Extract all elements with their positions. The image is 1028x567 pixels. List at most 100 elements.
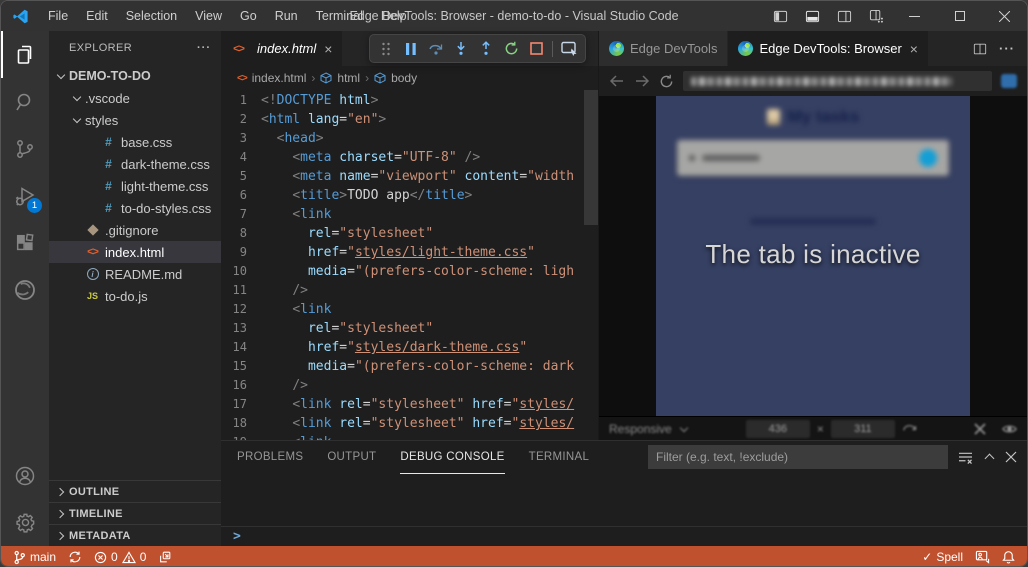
debug-restart-button[interactable] (499, 37, 523, 61)
debug-pause-button[interactable] (399, 37, 423, 61)
panel-tab-debug-console[interactable]: DEBUG CONSOLE (400, 441, 504, 474)
feedback-button[interactable] (969, 546, 996, 566)
tree-item-to-do-js[interactable]: JS to-do.js (49, 285, 221, 307)
breadcrumb-file[interactable]: <> index.html (237, 71, 306, 85)
line-content: /> (292, 283, 308, 298)
symbol-cube-icon (320, 72, 332, 84)
code-line: 5 <meta name="viewport" content="width (221, 167, 598, 186)
edge-devtools-icon[interactable] (1, 266, 49, 313)
tab-index-html[interactable]: <> index.html × (221, 31, 344, 66)
breadcrumb-body[interactable]: body (374, 71, 417, 85)
menu-run[interactable]: Run (266, 1, 307, 31)
search-icon[interactable] (1, 78, 49, 125)
extensions-icon[interactable] (1, 219, 49, 266)
sidebar-section-outline[interactable]: OUTLINE (49, 480, 221, 502)
branch-indicator[interactable]: main (7, 546, 62, 566)
breadcrumb-html[interactable]: html (320, 71, 360, 85)
toggle-panel-icon[interactable] (796, 1, 828, 31)
minimize-button[interactable] (892, 1, 937, 31)
device-mode-dropdown[interactable]: Responsive (609, 422, 689, 436)
console-filter-input[interactable] (648, 445, 948, 469)
warnings-icon (121, 550, 136, 563)
sidebar-section-timeline[interactable]: TIMELINE (49, 502, 221, 524)
account-icon[interactable] (1, 452, 49, 499)
tree-item-vscode[interactable]: .vscode (49, 87, 221, 109)
back-icon[interactable] (609, 74, 625, 88)
debug-launch-indicator[interactable] (152, 546, 178, 566)
split-editor-icon[interactable] (973, 42, 987, 56)
debug-console-output[interactable] (221, 474, 1027, 526)
device-height-input[interactable]: 311 (830, 419, 895, 438)
rotate-icon[interactable] (902, 422, 917, 435)
menu-view[interactable]: View (186, 1, 231, 31)
tree-item-styles[interactable]: styles (49, 109, 221, 131)
panel-tab-terminal[interactable]: TERMINAL (529, 441, 590, 474)
toggle-sidebar-icon[interactable] (764, 1, 796, 31)
panel-tab-problems[interactable]: PROBLEMS (237, 441, 303, 474)
devtools-tabs: Edge DevTools Edge DevTools: Browser × ··· (599, 31, 1027, 66)
toggle-secondary-sidebar-icon[interactable] (828, 1, 860, 31)
spell-checker-status[interactable]: ✓ Spell (916, 546, 969, 566)
chevron-down-icon (679, 424, 689, 434)
close-button[interactable] (982, 1, 1027, 31)
maximize-button[interactable] (937, 1, 982, 31)
menu-edit[interactable]: Edit (77, 1, 117, 31)
clear-console-icon[interactable] (958, 451, 973, 464)
close-screencast-icon[interactable] (974, 422, 986, 435)
add-task-button[interactable] (919, 149, 937, 167)
tree-item-base-css[interactable]: # base.css (49, 131, 221, 153)
problems-indicator[interactable]: 0 0 (88, 546, 152, 566)
debug-console-prompt[interactable]: > (221, 526, 1027, 546)
css-file-icon: # (105, 201, 112, 215)
debug-toolbar (369, 34, 586, 63)
device-width-input[interactable]: 436 (745, 419, 810, 438)
line-content: rel="stylesheet" (307, 226, 434, 241)
sidebar-section-metadata[interactable]: METADATA (49, 524, 221, 546)
readme-info-icon: i (85, 268, 100, 280)
eye-icon[interactable] (1002, 423, 1017, 435)
menu-go[interactable]: Go (231, 1, 266, 31)
tree-item-dark-theme-css[interactable]: # dark-theme.css (49, 153, 221, 175)
tree-item-readme-md[interactable]: i README.md (49, 263, 221, 285)
tree-item-gitignore[interactable]: .gitignore (49, 219, 221, 241)
forward-icon[interactable] (634, 74, 650, 88)
close-panel-icon[interactable] (1005, 451, 1017, 463)
code-line: 11 /> (221, 281, 598, 300)
code-editor[interactable]: 1 <!DOCTYPE html> 2 <html lang="en"> 3 <head… (221, 90, 598, 440)
debug-drag-handle[interactable] (374, 37, 398, 61)
debug-step-over-button[interactable] (424, 37, 448, 61)
more-actions-icon[interactable]: ··· (999, 41, 1015, 56)
debug-step-into-button[interactable] (449, 37, 473, 61)
customize-layout-icon[interactable] (860, 1, 892, 31)
maximize-panel-icon[interactable] (983, 451, 995, 463)
notifications-bell-icon[interactable] (996, 546, 1021, 566)
url-bar[interactable] (683, 71, 992, 91)
editor-tabs: <> index.html × (221, 31, 598, 66)
tree-item-demo-to-do[interactable]: DEMO-TO-DO (49, 65, 221, 87)
inspect-screencast-button[interactable] (557, 37, 581, 61)
tree-item-index-html[interactable]: <> index.html (49, 241, 221, 263)
settings-gear-icon[interactable] (1, 499, 49, 546)
tree-item-light-theme-css[interactable]: # light-theme.css (49, 175, 221, 197)
code-line: 16 /> (221, 376, 598, 395)
tab-edge-devtools[interactable]: Edge DevTools (599, 31, 729, 66)
panel-tab-output[interactable]: OUTPUT (327, 441, 376, 474)
debug-stop-button[interactable] (524, 37, 548, 61)
reload-icon[interactable] (659, 74, 674, 89)
launch-icon (160, 551, 171, 563)
tab-edge-devtools-browser[interactable]: Edge DevTools: Browser × (728, 31, 929, 66)
run-debug-icon[interactable]: 1 (1, 172, 49, 219)
tab-close-icon[interactable]: × (910, 41, 918, 57)
task-input[interactable] (677, 140, 949, 176)
debug-step-out-button[interactable] (474, 37, 498, 61)
tree-item-to-do-styles-css[interactable]: # to-do-styles.css (49, 197, 221, 219)
source-control-icon[interactable] (1, 125, 49, 172)
explorer-more-icon[interactable]: ··· (197, 42, 211, 54)
sync-changes-button[interactable] (62, 546, 88, 566)
explorer-icon[interactable] (1, 31, 49, 78)
browser-extra-icon[interactable] (1001, 74, 1017, 88)
scrollbar-thumb[interactable] (584, 90, 598, 225)
menu-file[interactable]: File (39, 1, 77, 31)
tab-close-icon[interactable]: × (324, 41, 332, 57)
menu-selection[interactable]: Selection (117, 1, 186, 31)
